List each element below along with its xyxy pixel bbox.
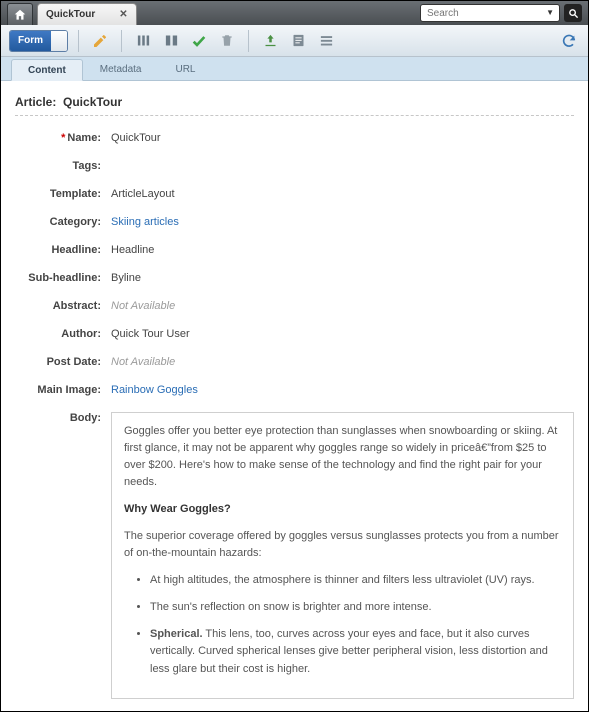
tab-title: QuickTour bbox=[46, 9, 95, 20]
field-postdate-value: Not Available bbox=[111, 356, 574, 368]
tab-url[interactable]: URL bbox=[158, 58, 212, 80]
toolbar-separator bbox=[78, 30, 79, 52]
search-icon bbox=[568, 8, 579, 19]
field-abstract: Abstract: Not Available bbox=[15, 300, 574, 312]
search-input[interactable] bbox=[420, 4, 560, 22]
field-postdate: Post Date: Not Available bbox=[15, 356, 574, 368]
form-toggle-label: Form bbox=[10, 31, 51, 51]
field-abstract-value: Not Available bbox=[111, 300, 574, 312]
list-button[interactable] bbox=[315, 30, 337, 52]
body-content: Goggles offer you better eye protection … bbox=[111, 412, 574, 699]
approve-button[interactable] bbox=[188, 30, 210, 52]
tab-metadata[interactable]: Metadata bbox=[83, 58, 159, 80]
field-headline-value: Headline bbox=[111, 244, 574, 256]
field-template-value: ArticleLayout bbox=[111, 188, 574, 200]
page-icon bbox=[291, 33, 306, 48]
field-mainimage-value[interactable]: Rainbow Goggles bbox=[111, 384, 574, 396]
home-icon bbox=[13, 8, 27, 22]
field-author-value: Quick Tour User bbox=[111, 328, 574, 340]
home-button[interactable] bbox=[7, 3, 33, 25]
columns-icon bbox=[136, 33, 151, 48]
field-subheadline: Sub-headline: Byline bbox=[15, 272, 574, 284]
tab-quicktour[interactable]: QuickTour ✕ bbox=[37, 3, 137, 25]
column-button[interactable] bbox=[132, 30, 154, 52]
toolbar-separator bbox=[121, 30, 122, 52]
field-mainimage: Main Image: Rainbow Goggles bbox=[15, 384, 574, 396]
delete-button[interactable] bbox=[216, 30, 238, 52]
compare-icon bbox=[164, 33, 179, 48]
field-body: Body: Goggles offer you better eye prote… bbox=[15, 412, 574, 699]
page-button[interactable] bbox=[287, 30, 309, 52]
tab-content[interactable]: Content bbox=[11, 59, 83, 81]
upload-icon bbox=[263, 33, 278, 48]
search-dropdown-caret[interactable]: ▼ bbox=[546, 8, 554, 17]
tab-close-button[interactable]: ✕ bbox=[119, 9, 127, 20]
refresh-icon bbox=[561, 33, 577, 49]
field-tags-value bbox=[111, 160, 574, 172]
compare-button[interactable] bbox=[160, 30, 182, 52]
refresh-button[interactable] bbox=[558, 30, 580, 52]
search-button[interactable] bbox=[564, 4, 582, 22]
form-toggle-off bbox=[51, 31, 67, 51]
field-headline: Headline: Headline bbox=[15, 244, 574, 256]
pencil-icon bbox=[92, 33, 108, 49]
edit-button[interactable] bbox=[89, 30, 111, 52]
divider bbox=[15, 115, 574, 116]
field-category: Category: Skiing articles bbox=[15, 216, 574, 228]
page-title: Article: QuickTour bbox=[15, 95, 574, 109]
field-subheadline-value: Byline bbox=[111, 272, 574, 284]
toolbar-separator bbox=[248, 30, 249, 52]
field-category-value[interactable]: Skiing articles bbox=[111, 216, 574, 228]
form-toggle[interactable]: Form bbox=[9, 30, 68, 52]
upload-button[interactable] bbox=[259, 30, 281, 52]
list-icon bbox=[319, 33, 334, 48]
field-tags: Tags: bbox=[15, 160, 574, 172]
field-template: Template: ArticleLayout bbox=[15, 188, 574, 200]
field-name-value: QuickTour bbox=[111, 132, 574, 144]
check-icon bbox=[191, 33, 207, 49]
field-author: Author: Quick Tour User bbox=[15, 328, 574, 340]
field-name: *Name: QuickTour bbox=[15, 132, 574, 144]
trash-icon bbox=[220, 33, 234, 48]
